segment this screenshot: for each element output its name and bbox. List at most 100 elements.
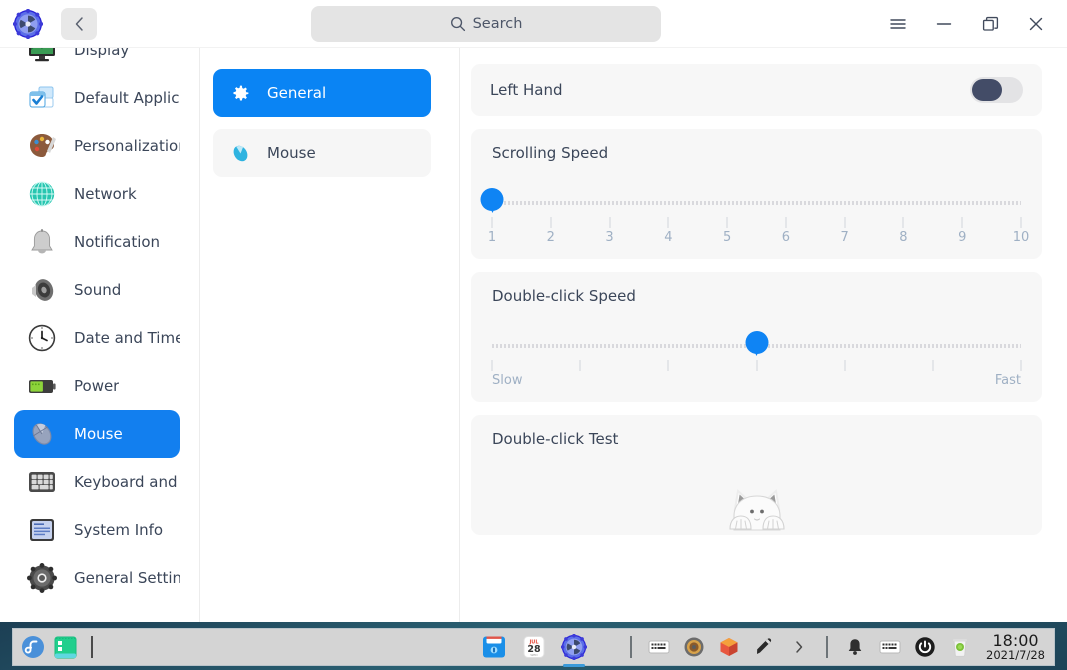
settings-content: Left Hand Scrolling Speed 1 2 3 4 5 6 7 8 9 10 Do… [460,48,1067,622]
taskbar-tray: 18:00 2021/7/28 [625,632,1054,662]
sidebar-item-label: Power [74,377,120,395]
sidebar-item-power[interactable]: Power [14,362,180,410]
slider-tick-label: 4 [664,230,673,245]
sound-speaker-icon [25,273,59,307]
slider-tick [932,360,934,371]
sidebar-item-label: General Settin... [74,569,180,587]
slider-tick [491,217,493,228]
sidebar-item-date-and-time[interactable]: Date and Time [14,314,180,362]
slider-handle[interactable] [745,331,768,359]
sidebar-item-label: Keyboard and ... [74,473,180,491]
sidebar-item-label: Notification [74,233,161,251]
sidebar-item-mouse[interactable]: Mouse [14,410,180,458]
tray-expand-chevron-icon[interactable] [786,634,812,660]
clock-date: 2021/7/28 [986,648,1045,663]
slider-handle[interactable] [480,188,504,216]
slider-tick [1020,360,1022,371]
sidebar-item-label: Display [74,48,130,59]
chevron-left-icon [75,16,83,31]
sidebar-item-label: Sound [74,281,122,299]
scrolling-speed-slider[interactable]: 1 2 3 4 5 6 7 8 9 10 [480,179,1029,245]
calendar-icon[interactable]: JUL 28 WED [521,634,547,660]
slider-tick [902,217,904,228]
taskbar-left [13,634,93,660]
menu-button[interactable] [875,4,921,44]
minimize-icon [936,22,952,25]
double-click-speed-label: Double-click Speed [492,287,636,305]
left-hand-card: Left Hand [471,64,1042,116]
sidebar-item-personalization[interactable]: Personalization [14,122,180,170]
input-method-keyboard-icon[interactable] [646,634,672,660]
minimize-button[interactable] [921,4,967,44]
sidebar-item-notification[interactable]: Notification [14,218,180,266]
sidebar-item-display[interactable]: Display [14,48,180,74]
slider-tick [550,217,552,228]
slider-tick [961,217,963,228]
tab-general[interactable]: General [213,69,431,117]
sidebar-item-default-applic[interactable]: Default Applic... [14,74,180,122]
sidebar-item-keyboard-and[interactable]: Keyboard and ... [14,458,180,506]
terminal-icon[interactable] [52,634,78,660]
settings-window: Search Display Default Applic Personaliz… [0,0,1067,670]
taskbar-clock[interactable]: 18:00 2021/7/28 [986,632,1045,662]
slider-tick-label: Slow [492,373,523,388]
double-click-speed-card: Double-click Speed Slow Fast [471,272,1042,402]
tab-label: General [267,84,327,102]
sidebar-item-network[interactable]: Network [14,170,180,218]
settings-icon[interactable] [560,634,587,667]
slider-tick [609,217,611,228]
slider-tick [491,360,493,371]
file-manager-icon[interactable] [481,634,507,660]
back-button[interactable] [61,7,97,40]
sidebar[interactable]: Display Default Applic... Personalizatio… [0,48,200,622]
slider-tick [844,360,846,371]
keyboard-layout-icon[interactable] [877,634,903,660]
text-caret [91,636,93,658]
pen-tool-icon[interactable] [751,634,777,660]
sidebar-item-sound[interactable]: Sound [14,266,180,314]
slider-tick [579,360,581,371]
slider-tick-label: 10 [1012,230,1030,245]
slider-tick [1020,217,1022,228]
keyboard-icon [25,465,59,499]
sidebar-item-label: Network [74,185,137,203]
sidebar-list: Display Default Applic... Personalizatio… [0,48,199,602]
double-click-speed-slider[interactable]: Slow Fast [491,322,1022,388]
slider-track[interactable] [492,201,1021,205]
slider-tick-label: 9 [958,230,967,245]
mouse-icon [229,142,251,164]
slider-tick-label: 6 [781,230,791,245]
maximize-button[interactable] [967,4,1013,44]
tray-separator [630,635,633,658]
tab-list: General Mouse [201,48,459,177]
left-hand-label: Left Hand [490,81,563,99]
left-hand-toggle[interactable] [970,77,1023,103]
sidebar-item-general-settin[interactable]: General Settin... [14,554,180,602]
sidebar-item-system-info[interactable]: System Info [14,506,180,554]
slider-tick [667,360,669,371]
scrolling-speed-card: Scrolling Speed 1 2 3 4 5 6 7 8 9 10 [471,129,1042,259]
search-input[interactable]: Search [311,5,661,42]
svg-text:WED: WED [530,653,538,657]
notification-bell-icon[interactable] [842,634,868,660]
search-placeholder-text: Search [472,15,523,32]
taskbar: JUL 28 WED 18:00 2021/7/28 [12,628,1055,667]
trash-icon[interactable] [947,634,973,660]
network-globe-icon [25,177,59,211]
package-updates-icon[interactable] [716,634,742,660]
peeking-cat-illustration [471,469,1042,535]
close-button[interactable] [1013,4,1059,44]
default-applications-icon [25,81,59,115]
disk-tray-icon[interactable] [681,634,707,660]
tray-separator [826,635,829,658]
search-area: Search [97,5,875,42]
double-click-test-card[interactable]: Double-click Test [471,415,1042,535]
toggle-knob [972,79,1002,101]
sidebar-item-label: Default Applic... [74,89,180,107]
power-icon[interactable] [912,634,938,660]
fedora-launcher-icon[interactable] [20,634,46,660]
slider-tick [667,217,669,228]
tab-mouse[interactable]: Mouse [213,129,431,177]
tab-spacer [201,117,459,129]
clock-time: 18:00 [992,631,1039,651]
